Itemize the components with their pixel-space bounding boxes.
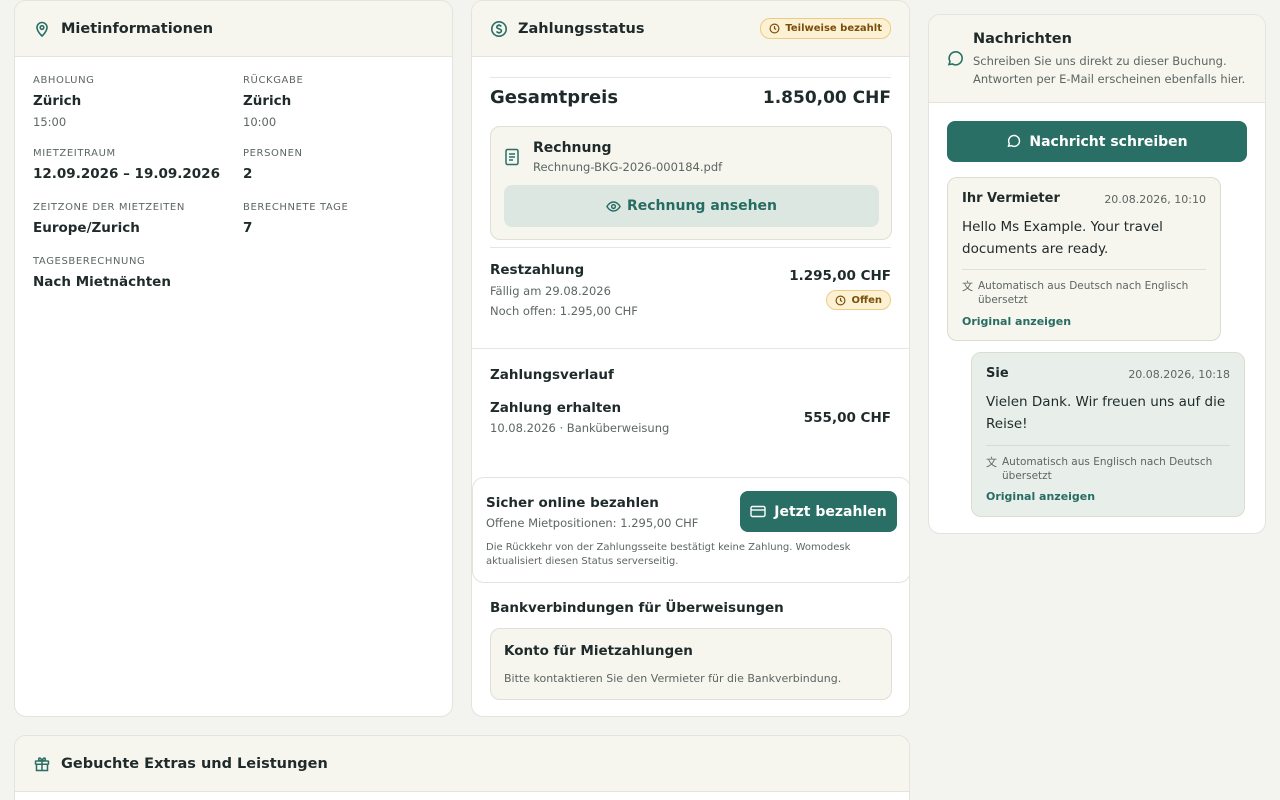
translation-text: Automatisch aus Deutsch nach Englisch üb… [978, 280, 1189, 306]
rest-payment-label: Restzahlung [490, 262, 585, 278]
daycalc-value: Nach Mietnächten [33, 274, 171, 290]
payment-status-header: Zahlungsstatus Teilweise bezahlt [472, 1, 909, 57]
document-icon [504, 148, 522, 166]
days-field: BERECHNETE TAGE 7 [243, 202, 348, 236]
return-field: RÜCKGABE Zürich 10:00 [243, 75, 303, 129]
write-message-label: Nachricht schreiben [1029, 133, 1188, 150]
rest-payment-value: 1.295,00 CHF [789, 268, 891, 284]
rental-info-header: Mietinformationen [15, 1, 452, 57]
period-value: 12.09.2026 – 19.09.2026 [33, 166, 220, 182]
booked-extras-header: Gebuchte Extras und Leistungen [15, 736, 909, 792]
history-item-meta: 10.08.2026 · Banküberweisung [490, 421, 670, 435]
timezone-field: ZEITZONE DER MIETZEITEN Europe/Zurich [33, 202, 185, 236]
translation-note: 文 Automatisch aus Englisch nach Deutsch … [986, 456, 1231, 483]
location-pin-icon [33, 20, 51, 38]
total-row: Gesamtpreis 1.850,00 CHF [490, 87, 891, 108]
rental-info-card: Mietinformationen ABHOLUNG Zürich 15:00 … [14, 0, 453, 717]
daycalc-label: TAGESBERECHNUNG [33, 256, 146, 267]
open-badge: Offen [826, 290, 891, 310]
view-invoice-button[interactable]: Rechnung ansehen [504, 185, 879, 227]
persons-field: PERSONEN 2 [243, 148, 303, 182]
messages-header: Nachrichten Schreiben Sie uns direkt zu … [929, 15, 1265, 103]
history-title: Zahlungsverlauf [490, 367, 614, 383]
return-time: 10:00 [243, 115, 277, 129]
total-label: Gesamtpreis [490, 87, 619, 108]
open-badge-label: Offen [851, 294, 882, 306]
payment-status-title: Zahlungsstatus [518, 20, 645, 37]
days-value: 7 [243, 220, 253, 236]
total-value: 1.850,00 CHF [762, 87, 891, 108]
rest-payment-open: Noch offen: 1.295,00 CHF [490, 304, 638, 318]
divider [962, 269, 1206, 270]
payment-status-card: Zahlungsstatus Teilweise bezahlt Gesamtp… [471, 0, 910, 717]
daycalc-field: TAGESBERECHNUNG Nach Mietnächten [33, 256, 171, 290]
view-invoice-label: Rechnung ansehen [626, 198, 777, 214]
chat-bubble-icon [1007, 134, 1021, 147]
messages-subtitle: Schreiben Sie uns direkt zu dieser Buchu… [973, 54, 1246, 86]
translate-icon: 文 [986, 456, 997, 469]
booked-extras-card: Gebuchte Extras und Leistungen [14, 735, 910, 800]
messages-card: Nachrichten Schreiben Sie uns direkt zu … [928, 14, 1266, 534]
timezone-value: Europe/Zurich [33, 220, 140, 236]
divider [986, 445, 1230, 446]
divider [490, 247, 891, 248]
partial-paid-badge: Teilweise bezahlt [760, 18, 891, 39]
secure-payment-note: Die Rückkehr von der Zahlungsseite bestä… [486, 542, 851, 567]
message-item: Sie 20.08.2026, 10:18 Vielen Dank. Wir f… [971, 352, 1245, 517]
pickup-label: ABHOLUNG [33, 75, 95, 86]
translate-icon: 文 [962, 280, 973, 293]
history-item-value: 555,00 CHF [803, 410, 891, 426]
divider [472, 348, 909, 349]
write-message-button[interactable]: Nachricht schreiben [947, 121, 1247, 162]
period-field: MIETZEITRAUM 12.09.2026 – 19.09.2026 [33, 148, 220, 182]
days-label: BERECHNETE TAGE [243, 202, 349, 213]
show-original-link[interactable]: Original anzeigen [962, 315, 1071, 328]
message-time: 20.08.2026, 10:10 [1104, 193, 1206, 206]
pickup-field: ABHOLUNG Zürich 15:00 [33, 75, 95, 129]
message-text: Hello Ms Example. Your travel documents … [962, 219, 1163, 257]
clock-icon [769, 23, 780, 34]
pickup-time: 15:00 [33, 115, 67, 129]
bank-box-title: Konto für Mietzahlungen [504, 643, 693, 659]
period-label: MIETZEITRAUM [33, 148, 116, 159]
bank-title: Bankverbindungen für Überweisungen [490, 600, 784, 616]
persons-value: 2 [243, 166, 253, 182]
timezone-label: ZEITZONE DER MIETZEITEN [33, 202, 185, 213]
gift-icon [33, 755, 51, 773]
message-author: Sie [986, 366, 1009, 381]
message-text: Vielen Dank. Wir freuen uns auf die Reis… [986, 394, 1226, 432]
translation-text: Automatisch aus Englisch nach Deutsch üb… [1002, 456, 1213, 482]
divider [490, 77, 891, 78]
secure-payment-open: Offene Mietpositionen: 1.295,00 CHF [486, 516, 699, 530]
invoice-box: Rechnung Rechnung-BKG-2026-000184.pdf Re… [490, 126, 892, 240]
clock-icon [835, 295, 846, 305]
invoice-title: Rechnung [533, 140, 612, 156]
message-item: Ihr Vermieter 20.08.2026, 10:10 Hello Ms… [947, 177, 1221, 341]
dollar-circle-icon [490, 20, 508, 38]
history-item-label: Zahlung erhalten [490, 400, 622, 416]
rest-payment-due: Fällig am 29.08.2026 [490, 284, 611, 298]
show-original-link[interactable]: Original anzeigen [986, 490, 1095, 503]
eye-icon [606, 200, 621, 212]
secure-payment-box: Sicher online bezahlen Offene Mietpositi… [472, 477, 909, 583]
persons-label: PERSONEN [243, 148, 303, 159]
rental-info-title: Mietinformationen [61, 20, 214, 37]
message-author: Ihr Vermieter [962, 191, 1060, 206]
credit-card-icon [750, 505, 766, 518]
pay-now-label: Jetzt bezahlen [774, 503, 887, 520]
bank-box-text: Bitte kontaktieren Sie den Vermieter für… [504, 672, 842, 685]
message-time: 20.08.2026, 10:18 [1128, 368, 1230, 381]
chat-bubble-icon [946, 50, 964, 68]
bank-account-box: Konto für Mietzahlungen Bitte kontaktier… [490, 628, 892, 700]
pay-now-button[interactable]: Jetzt bezahlen [740, 491, 897, 532]
booked-extras-title: Gebuchte Extras und Leistungen [61, 755, 328, 772]
invoice-filename: Rechnung-BKG-2026-000184.pdf [533, 160, 723, 174]
translation-note: 文 Automatisch aus Deutsch nach Englisch … [962, 280, 1207, 307]
pickup-place: Zürich [33, 93, 82, 109]
messages-title: Nachrichten [973, 31, 1072, 47]
return-label: RÜCKGABE [243, 75, 304, 86]
return-place: Zürich [243, 93, 292, 109]
partial-paid-label: Teilweise bezahlt [785, 23, 882, 34]
secure-payment-title: Sicher online bezahlen [486, 495, 659, 511]
